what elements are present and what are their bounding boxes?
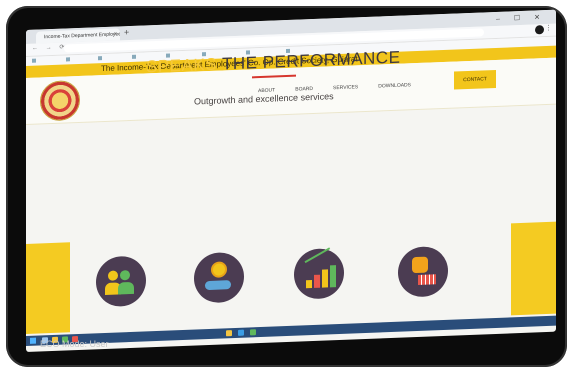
nav-services[interactable]: SERVICES <box>333 83 358 92</box>
nav-buttons[interactable]: ← → ⟳ <box>32 43 67 51</box>
members-icon[interactable] <box>96 255 146 308</box>
bookmark-item[interactable] <box>132 54 138 59</box>
nav-downloads[interactable]: DOWNLOADS <box>378 81 411 90</box>
taskbar-app-icon[interactable] <box>226 330 232 337</box>
tab-close-icon[interactable]: × <box>113 29 117 41</box>
growth-chart-icon[interactable] <box>294 247 344 300</box>
browser-menu-icon[interactable]: ⋮ <box>545 24 552 32</box>
projected-screen: Income-Tax Department Employees' Co... ×… <box>26 9 556 352</box>
projector-frame: Income-Tax Department Employees' Co... ×… <box>6 6 567 367</box>
profile-avatar-icon[interactable] <box>535 25 544 35</box>
decorative-yellow-block <box>26 242 70 334</box>
decorative-yellow-block <box>511 221 556 316</box>
bookmark-item[interactable] <box>32 58 38 63</box>
coin-hand-icon[interactable] <box>194 251 244 304</box>
bookmark-item[interactable] <box>66 56 72 61</box>
society-logo[interactable] <box>40 79 80 122</box>
contact-button[interactable]: CONTACT <box>454 69 496 90</box>
taskbar-app-icon[interactable] <box>250 329 256 336</box>
window-controls[interactable]: – ☐ ✕ <box>496 13 546 23</box>
new-tab-button[interactable]: + <box>124 27 129 37</box>
bookmark-item[interactable] <box>98 55 104 60</box>
eco-mode-label: ECO Mode: User <box>40 339 109 349</box>
tab-title: Income-Tax Department Employees' Co... <box>44 31 120 41</box>
start-icon[interactable] <box>30 337 36 344</box>
touch-calculator-icon[interactable] <box>398 245 448 298</box>
taskbar-app-icon[interactable] <box>238 329 244 336</box>
hero-title-highlight: SPEAKS <box>146 54 218 77</box>
